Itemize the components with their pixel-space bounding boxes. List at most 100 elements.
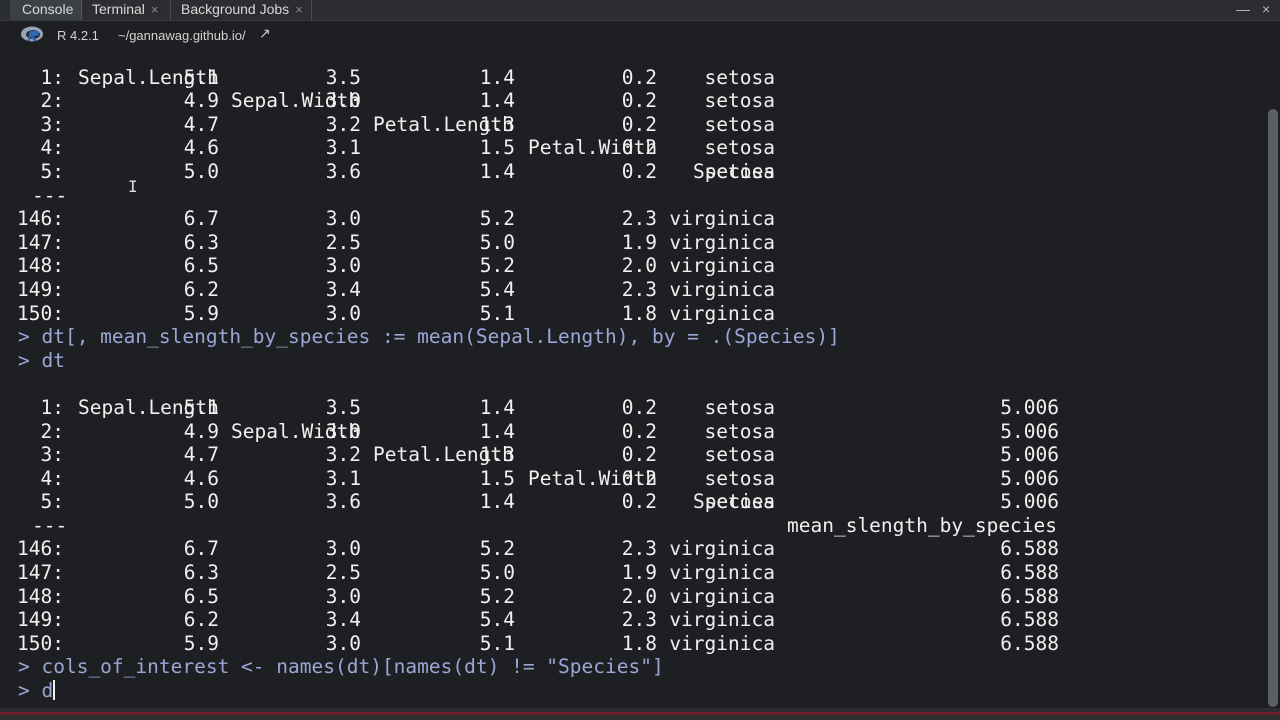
tab-divider <box>311 0 312 20</box>
table-row: 147: 6.3 2.5 5.0 1.9 virginica <box>0 231 1266 255</box>
table-cell: 4.6 <box>183 466 219 490</box>
table-cell: 0.2 <box>621 65 657 89</box>
table-cell: 3.0 <box>325 89 361 113</box>
table-cell: 5.2 <box>479 584 515 608</box>
table-cell: virginica <box>669 277 775 301</box>
table-cell: 6.588 <box>1000 631 1059 655</box>
table-cell: 0.2 <box>621 89 657 113</box>
table-cell: 3.0 <box>325 631 361 655</box>
table-header-row: Sepal.Length Sepal.Width Petal.Length Pe… <box>0 42 1266 183</box>
console-input[interactable]: > d <box>0 679 1266 703</box>
row-index: 1: <box>40 395 64 419</box>
r-version: R 4.2.1 <box>57 28 99 43</box>
table-cell: 6.5 <box>183 584 219 608</box>
table-cell: 5.1 <box>479 301 515 325</box>
table-cell: 2.3 <box>621 537 657 561</box>
table-row: 146: 6.7 3.0 5.2 2.3 virginica <box>0 207 1266 231</box>
table-cell: 0.2 <box>621 466 657 490</box>
table-cell: 3.2 <box>325 443 361 467</box>
console-output[interactable]: Sepal.Length Sepal.Width Petal.Length Pe… <box>0 42 1266 708</box>
close-icon[interactable]: × <box>295 2 303 17</box>
scrollbar[interactable] <box>1266 49 1280 708</box>
table-cell: 3.2 <box>325 112 361 136</box>
table-row: 150: 5.9 3.0 5.1 1.8 virginica <box>0 302 1266 326</box>
tab-terminal[interactable]: Terminal × <box>92 0 159 20</box>
row-index: 150: <box>17 301 64 325</box>
row-index: 147: <box>17 561 64 585</box>
table-cell: virginica <box>669 230 775 254</box>
table-cell: 2.5 <box>325 230 361 254</box>
table-cell: 6.588 <box>1000 537 1059 561</box>
table-row: 3: 4.7 3.2 1.3 0.2 setosa <box>0 113 1266 137</box>
table-cell: 1.8 <box>621 301 657 325</box>
go-to-directory-icon[interactable]: ↗ <box>259 25 271 42</box>
table-cell: virginica <box>669 207 775 231</box>
table-cell: 1.5 <box>479 466 515 490</box>
tab-console[interactable]: Console <box>10 0 82 20</box>
table-cell: 2.0 <box>621 254 657 278</box>
text-caret <box>53 680 56 701</box>
table-cell: 2.3 <box>621 207 657 231</box>
table-cell: 6.2 <box>183 608 219 632</box>
table-cell: 1.4 <box>479 65 515 89</box>
table-row: 2: 4.9 3.0 1.4 0.2 setosa <box>0 89 1266 113</box>
row-index: 3: <box>40 112 64 136</box>
table-cell: 2.5 <box>325 561 361 585</box>
table-cell: 5.1 <box>479 631 515 655</box>
table-cell: 2.0 <box>621 584 657 608</box>
table-cell: 1.9 <box>621 561 657 585</box>
table-row: 2: 4.9 3.0 1.4 0.2 setosa 5.006 <box>0 420 1266 444</box>
row-index: 5: <box>40 490 64 514</box>
table-row: 150: 5.9 3.0 5.1 1.8 virginica 6.588 <box>0 632 1266 656</box>
table-cell: 0.2 <box>621 395 657 419</box>
table-cell: 6.588 <box>1000 608 1059 632</box>
table-cell: setosa <box>704 466 775 490</box>
command-line: > cols_of_interest <- names(dt)[names(dt… <box>18 655 664 679</box>
table-row: 147: 6.3 2.5 5.0 1.9 virginica 6.588 <box>0 561 1266 585</box>
input-text: > d <box>18 679 54 703</box>
row-index: 1: <box>40 65 64 89</box>
scrollbar-thumb[interactable] <box>1268 109 1278 707</box>
tab-label: Background Jobs <box>181 1 290 17</box>
row-index: 147: <box>17 230 64 254</box>
row-index: 150: <box>17 631 64 655</box>
table-cell: 1.4 <box>479 159 515 183</box>
table-cell: 0.2 <box>621 112 657 136</box>
row-index: 3: <box>40 443 64 467</box>
row-index: 4: <box>40 136 64 160</box>
row-index: 148: <box>17 584 64 608</box>
table-cell: 6.3 <box>183 561 219 585</box>
table-cell: 3.1 <box>325 466 361 490</box>
table-cell: 5.2 <box>479 537 515 561</box>
minimize-icon[interactable]: — <box>1236 0 1250 20</box>
row-index: 149: <box>17 277 64 301</box>
table-cell: setosa <box>704 89 775 113</box>
close-pane-icon[interactable]: × <box>1262 0 1270 20</box>
table-cell: 3.0 <box>325 419 361 443</box>
table-cell: virginica <box>669 631 775 655</box>
table-cell: 5.9 <box>183 301 219 325</box>
table-cell: virginica <box>669 301 775 325</box>
table-row: 149: 6.2 3.4 5.4 2.3 virginica <box>0 278 1266 302</box>
table-cell: 5.2 <box>479 254 515 278</box>
table-cell: 3.4 <box>325 277 361 301</box>
table-cell: 5.1 <box>183 395 219 419</box>
table-row: 4: 4.6 3.1 1.5 0.2 setosa 5.006 <box>0 467 1266 491</box>
table-cell: setosa <box>704 65 775 89</box>
table-cell: 1.9 <box>621 230 657 254</box>
row-index: 2: <box>40 89 64 113</box>
row-index: 4: <box>40 466 64 490</box>
table-cell: 0.2 <box>621 443 657 467</box>
tab-label: Console <box>22 1 74 17</box>
table-cell: virginica <box>669 254 775 278</box>
table-cell: 6.7 <box>183 207 219 231</box>
table-row: 5: 5.0 3.6 1.4 0.2 setosa 5.006 <box>0 490 1266 514</box>
tab-background-jobs[interactable]: Background Jobs × <box>181 0 303 20</box>
table-row: 4: 4.6 3.1 1.5 0.2 setosa <box>0 136 1266 160</box>
table-cell: 4.9 <box>183 89 219 113</box>
table-cell: 5.0 <box>183 159 219 183</box>
ellipsis: --- <box>32 513 68 537</box>
table-cell: 5.006 <box>1000 443 1059 467</box>
close-icon[interactable]: × <box>151 2 159 17</box>
working-directory: ~/gannawag.github.io/ <box>118 28 246 43</box>
